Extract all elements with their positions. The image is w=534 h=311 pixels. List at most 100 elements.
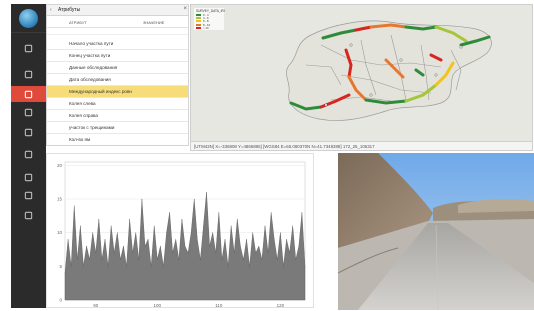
iri-data-point [273,239,275,240]
x-tick-label: 90 [93,303,99,308]
iri-data-point [70,266,72,267]
iri-data-point [206,191,207,193]
iri-data-point [64,272,66,274]
iri-data-point [203,225,204,227]
iri-data-point [298,245,300,247]
iri-data-point [233,252,235,254]
attribute-row[interactable]: Дата обследования [47,74,188,86]
layers-icon[interactable] [11,124,46,140]
iri-data-point [301,212,303,213]
road-photo [338,153,534,310]
attribute-row[interactable]: Колея слева [47,98,188,110]
iri-data-point [187,252,189,254]
attribute-row[interactable]: Данные обследования [47,62,188,74]
legend-label: > 10 [203,26,209,31]
iri-data-point [77,259,78,260]
iri-data-point [135,232,137,233]
legend-swatch [196,13,201,16]
iri-data-point [221,259,223,260]
attribute-row[interactable]: Конец участка пути [47,50,188,62]
attribute-label: Международный индекс ровн [69,89,132,94]
iri-data-point [286,239,287,240]
attributes-more-row [47,142,188,145]
map-canvas [286,20,492,121]
iri-data-point [237,218,238,220]
attribute-label: Колея справа [69,113,98,118]
iri-data-point [144,245,146,247]
iri-data-point [224,239,226,240]
nav-separator [11,32,46,33]
users-icon[interactable] [11,169,46,185]
legend-swatch [196,20,201,23]
iri-data-point [252,232,253,233]
iri-data-point [267,252,269,254]
iri-data-point [80,225,81,227]
attribute-row[interactable]: участок с трещинами [47,122,188,134]
iri-data-point [129,218,130,220]
attribute-row[interactable]: Начало участка пути [47,38,188,50]
iri-data-point [95,252,97,254]
iri-data-point [104,239,106,240]
list-icon[interactable] [11,146,46,162]
x-tick-label: 100 [154,303,162,308]
attribute-row[interactable]: Международный индекс ровн [47,86,188,98]
iri-data-point [120,259,121,260]
legend-swatch [196,16,201,19]
iri-data-point [157,259,158,260]
attribute-label: Дата обследования [69,77,111,82]
user-icon[interactable] [11,40,46,56]
y-tick-label: 15 [57,197,63,202]
iri-data-point [200,259,201,260]
iri-data-point [107,266,109,267]
x-tick-label: 110 [215,303,223,308]
iri-data-point [132,252,133,254]
iri-data-point [141,198,143,200]
iri-data-point [212,232,213,233]
map-legend: SURVEY_DATA_IRI 0 - 44 - 66 - 88 - 10 > 1… [194,8,225,31]
iri-data-point [280,232,281,233]
mountain-icon[interactable] [11,207,46,223]
iri-chart-panel: 0 5 10 15 20 90 100 110 120 [46,153,314,308]
iri-data-point [98,218,100,220]
attribute-label: участок с трещинами [69,125,115,130]
iri-data-point [227,266,229,267]
iri-data-point [197,239,198,240]
road-map[interactable]: SURVEY_DATA_IRI 0 - 44 - 66 - 88 - 10 > 1… [190,4,533,142]
iri-data-point [209,245,210,247]
translate-icon[interactable] [11,187,46,203]
iri-data-point [246,239,247,240]
iri-data-point [243,259,244,260]
legend-swatch [196,27,201,30]
iri-data-point [264,225,266,227]
attributes-title: Атрибуты [58,7,81,13]
iri-data-point [261,259,263,260]
iri-data-point [83,266,84,267]
iri-data-point [193,198,195,200]
close-icon[interactable]: × [183,6,187,12]
iri-data-point [160,245,161,247]
app-window: ‹ Атрибуты × АТРИБУТ ЗНАЧЕНИЕ Начало уча… [0,0,534,311]
home-icon[interactable] [11,66,46,82]
attribute-label: Начало участка пути [69,41,114,46]
attribute-label: Колея слева [69,101,96,106]
logo-globe-icon[interactable] [19,9,38,28]
iri-data-point [184,245,186,247]
road-icon[interactable] [11,86,46,102]
iri-data-point [178,259,180,260]
iri-data-point [101,259,103,260]
column-value: ЗНАЧЕНИЕ [143,20,165,25]
iri-data-point [110,225,112,227]
calendar-icon[interactable] [11,104,46,120]
attributes-header: ‹ Атрибуты × [47,5,188,16]
iri-data-point [126,266,127,267]
iri-data-point [289,252,290,254]
iri-data-point [270,212,272,213]
iri-data-point [117,232,118,233]
iri-data-point [169,212,170,213]
iri-data-point [147,239,149,240]
attribute-row[interactable]: Колея справа [47,110,188,122]
chevron-left-icon[interactable]: ‹ [50,7,52,13]
iri-data-point [153,225,155,227]
iri-data-point [166,232,167,233]
iri-data-point [172,252,173,254]
